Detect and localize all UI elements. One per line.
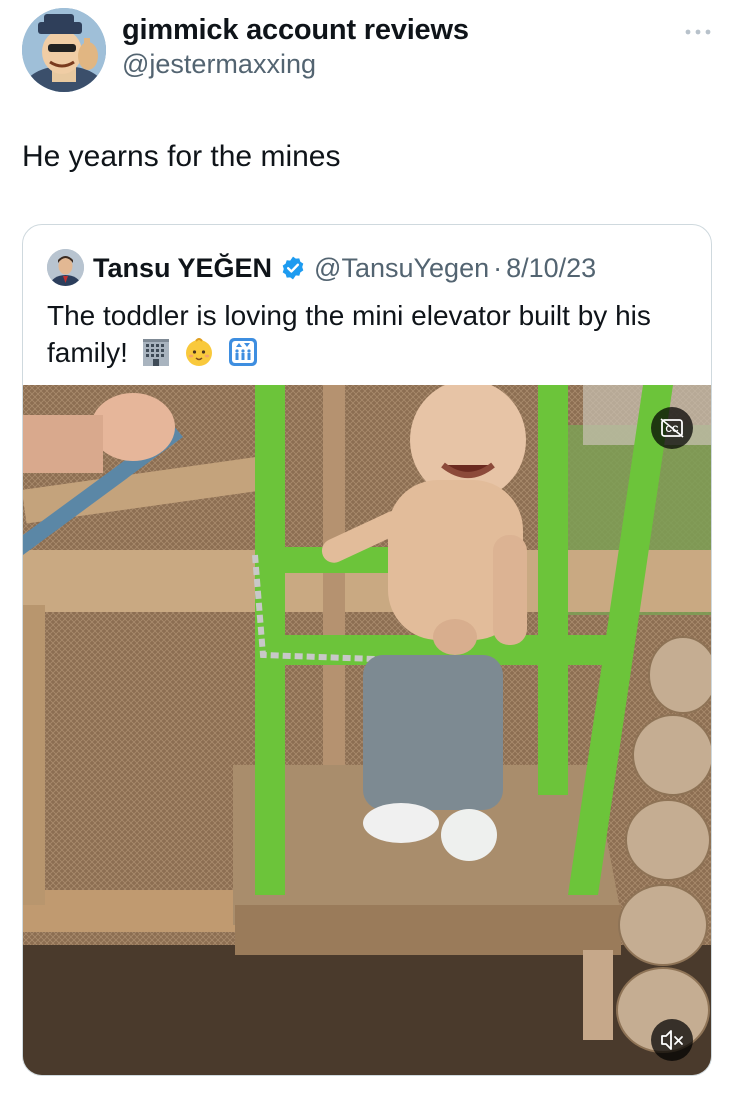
separator-dot: · bbox=[493, 252, 503, 283]
video-player[interactable]: CC bbox=[23, 385, 711, 1075]
quoted-author-row: Tansu YEĞEN @TansuYegen · 8/10/23 bbox=[93, 251, 596, 285]
author-avatar[interactable] bbox=[22, 8, 106, 92]
person-avatar-icon bbox=[47, 249, 84, 286]
closed-captions-button[interactable]: CC bbox=[651, 407, 693, 449]
more-horizontal-icon bbox=[685, 29, 711, 35]
cartoon-avatar-icon bbox=[22, 8, 106, 92]
more-options-button[interactable] bbox=[680, 22, 716, 42]
quoted-author-handle[interactable]: @TansuYegen bbox=[314, 253, 489, 284]
quoted-post-text-content: The toddler is loving the mini elevator … bbox=[47, 300, 651, 368]
verified-badge-icon bbox=[282, 256, 304, 280]
author-display-name[interactable]: gimmick account reviews bbox=[122, 14, 469, 47]
tweet: gimmick account reviews @jestermaxxing H… bbox=[0, 0, 736, 1098]
quoted-author-name[interactable]: Tansu YEĞEN bbox=[93, 253, 272, 284]
quoted-post-date[interactable]: 8/10/23 bbox=[506, 253, 596, 284]
author-handle[interactable]: @jestermaxxing bbox=[122, 49, 316, 80]
post-text: He yearns for the mines bbox=[22, 140, 341, 173]
baby-emoji bbox=[186, 338, 213, 366]
closed-captions-icon: CC bbox=[660, 418, 684, 438]
quoted-tweet-card[interactable]: Tansu YEĞEN @TansuYegen · 8/10/23 The to… bbox=[22, 224, 712, 1076]
unmute-button[interactable] bbox=[651, 1019, 693, 1061]
elevator-emoji bbox=[229, 338, 258, 366]
muted-speaker-icon bbox=[661, 1030, 683, 1050]
quoted-post-text: The toddler is loving the mini elevator … bbox=[47, 297, 687, 371]
office-building-emoji bbox=[142, 339, 169, 366]
video-frame bbox=[23, 385, 711, 1075]
quoted-author-avatar[interactable] bbox=[47, 249, 84, 286]
